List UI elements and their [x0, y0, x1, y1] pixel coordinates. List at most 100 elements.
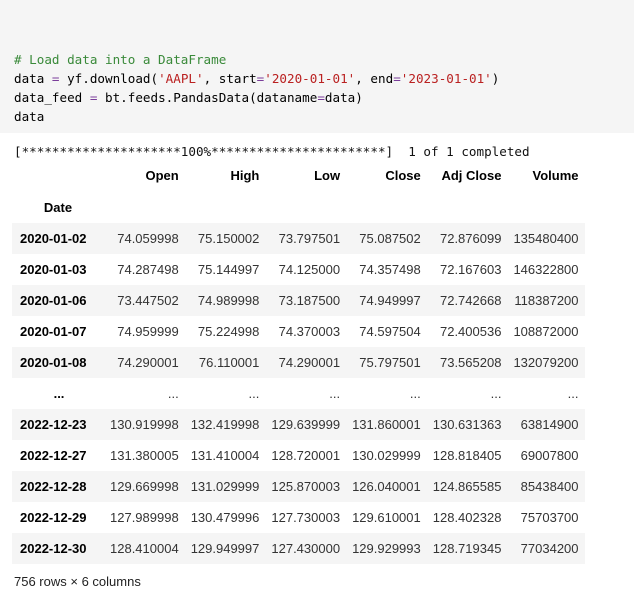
table-cell: 146322800 — [513, 262, 579, 277]
row-index-date: 2020-01-08 — [20, 355, 87, 370]
table-row: 2022-12-27 131.380005 131.410004 128.720001… — [12, 440, 585, 471]
table-cell: 125.870003 — [271, 479, 341, 494]
table-cell: 131.029999 — [190, 479, 260, 494]
code-line-4: data — [14, 109, 45, 124]
table-cell: ... — [167, 386, 179, 401]
table-cell: 108872000 — [513, 324, 579, 339]
table-cell: 74.959999 — [117, 324, 179, 339]
row-index-date: 2020-01-02 — [20, 231, 87, 246]
table-cell: ... — [248, 386, 260, 401]
table-cell: 128.818405 — [432, 448, 502, 463]
table-cell: 69007800 — [520, 448, 579, 463]
code-line-3: data_feed = bt.feeds.PandasData(dataname… — [14, 90, 363, 105]
table-cell: 73.187500 — [278, 293, 341, 308]
table-row: 2020-01-08 74.290001 76.110001 74.290001 75.… — [12, 347, 585, 378]
table-row: 2022-12-29 127.989998 130.479996 127.730003… — [12, 502, 585, 533]
table-cell: 75.150002 — [197, 231, 260, 246]
row-index-date: 2022-12-27 — [20, 448, 87, 463]
table-cell: 74.125000 — [278, 262, 341, 277]
table-cell: 77034200 — [520, 541, 579, 556]
table-cell: 126.040001 — [352, 479, 421, 494]
table-cell: 74.989998 — [197, 293, 260, 308]
table-row: 2022-12-30 128.410004 129.949997 127.430000… — [12, 533, 585, 564]
table-cell: 76.110001 — [198, 355, 260, 370]
table-cell: 132079200 — [513, 355, 579, 370]
table-row: 2020-01-02 74.059998 75.150002 73.797501 75.… — [12, 223, 585, 254]
table-cell: 127.989998 — [110, 510, 179, 525]
column-header: Open — [145, 167, 179, 183]
row-index-date: 2022-12-23 — [20, 417, 87, 432]
row-index-date: 2022-12-28 — [20, 479, 87, 494]
table-cell: 75.224998 — [197, 324, 260, 339]
table-cell: 74.290001 — [117, 355, 179, 370]
table-row: 2022-12-28 129.669998 131.029999 125.870003… — [12, 471, 585, 502]
table-cell: 131.380005 — [110, 448, 179, 463]
index-name-row: Date — [12, 191, 585, 223]
table-cell: 73.797501 — [278, 231, 341, 246]
table-cell: 72.400536 — [439, 324, 502, 339]
table-cell: 131.410004 — [190, 448, 260, 463]
dataframe-shape: 756 rows × 6 columns — [14, 574, 141, 589]
row-index-date: 2020-01-03 — [20, 262, 87, 277]
table-cell: 85438400 — [520, 479, 579, 494]
table-row: 2020-01-06 73.447502 74.989998 73.187500 74.… — [12, 285, 585, 316]
ellipsis-row: ..................... — [12, 378, 585, 409]
column-header: Low — [314, 167, 341, 183]
code-line-2: data = yf.download('AAPL', start='2020-0… — [14, 71, 500, 86]
table-cell: 73.447502 — [117, 293, 179, 308]
column-header: Volume — [532, 167, 579, 183]
column-header-row: Open High Low Close Adj Close Volume — [12, 159, 585, 191]
table-cell: 129.610001 — [352, 510, 421, 525]
table-cell: ... — [329, 386, 341, 401]
table-cell: 75.087502 — [359, 231, 421, 246]
table-cell: 128.402328 — [432, 510, 502, 525]
table-cell: 129.669998 — [110, 479, 179, 494]
code-editor[interactable]: # Load data into a DataFrame data = yf.d… — [14, 31, 499, 126]
table-cell: 118387200 — [514, 293, 579, 308]
table-cell: 132.419998 — [190, 417, 260, 432]
table-cell: 124.865585 — [432, 479, 502, 494]
table-cell: 128.410004 — [110, 541, 179, 556]
table-cell: 72.742668 — [439, 293, 502, 308]
table-cell: 75.797501 — [359, 355, 421, 370]
table-cell: ... — [490, 386, 502, 401]
table-row: 2020-01-03 74.287498 75.144997 74.125000 74.… — [12, 254, 585, 285]
index-name: Date — [43, 199, 73, 215]
row-index-date: 2022-12-29 — [20, 510, 87, 525]
column-header: Close — [385, 167, 421, 183]
table-cell: 130.631363 — [432, 417, 502, 432]
table-cell: 74.357498 — [359, 262, 421, 277]
table-cell: 130.919998 — [110, 417, 179, 432]
table-cell: 74.949997 — [359, 293, 421, 308]
table-cell: 129.929993 — [352, 541, 421, 556]
index-corner — [12, 159, 104, 191]
table-cell: 128.720001 — [271, 448, 341, 463]
column-header: Adj Close — [441, 167, 502, 183]
table-row: 2022-12-23 130.919998 132.419998 129.639999… — [12, 409, 585, 440]
table-cell: 63814900 — [520, 417, 579, 432]
table-cell: 74.059998 — [117, 231, 179, 246]
table-cell: 74.287498 — [117, 262, 179, 277]
row-index-date: 2022-12-30 — [20, 541, 87, 556]
table-cell: 75703700 — [520, 510, 579, 525]
table-cell: 130.029999 — [352, 448, 421, 463]
row-index-date: 2020-01-06 — [20, 293, 87, 308]
table-cell: 74.370003 — [278, 324, 341, 339]
table-cell: 127.430000 — [271, 541, 341, 556]
table-cell: 129.639999 — [271, 417, 341, 432]
table-cell: 127.730003 — [271, 510, 341, 525]
code-cell[interactable]: # Load data into a DataFrame data = yf.d… — [0, 0, 634, 133]
table-cell: 128.719345 — [432, 541, 502, 556]
row-index-date: 2020-01-07 — [20, 324, 87, 339]
row-index-date: ... — [53, 386, 65, 401]
table-cell: 72.167603 — [439, 262, 502, 277]
table-cell: 129.949997 — [190, 541, 260, 556]
table-cell: 74.290001 — [278, 355, 341, 370]
dataframe-table: Open High Low Close Adj Close Volume Dat… — [12, 159, 585, 564]
table-cell: 75.144997 — [197, 262, 260, 277]
table-cell: ... — [409, 386, 421, 401]
table-cell: 135480400 — [513, 231, 579, 246]
table-row: 2020-01-07 74.959999 75.224998 74.370003 74.… — [12, 316, 585, 347]
table-cell: ... — [567, 386, 579, 401]
table-cell: 73.565208 — [439, 355, 502, 370]
